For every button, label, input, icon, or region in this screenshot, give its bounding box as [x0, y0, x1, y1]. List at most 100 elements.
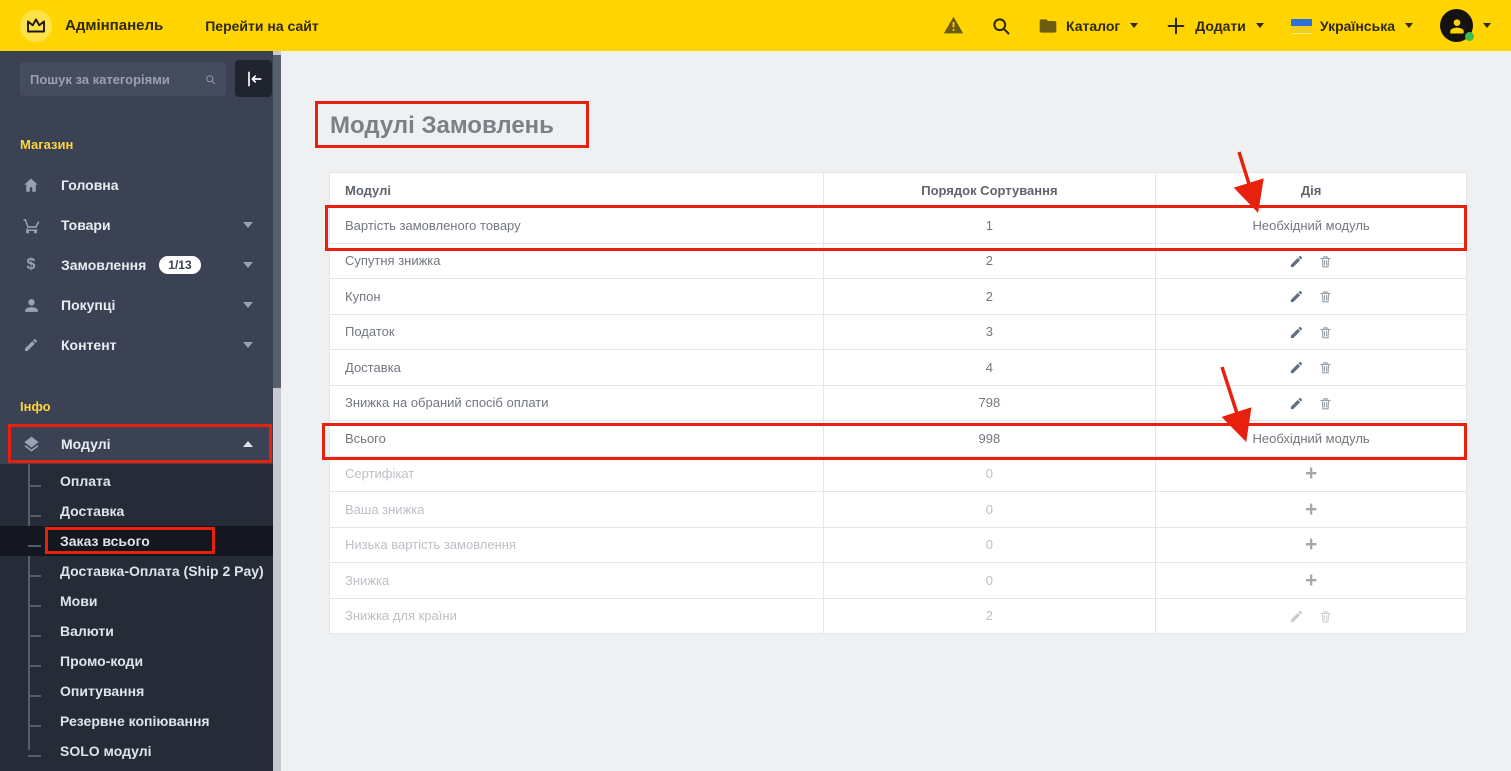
edit-icon[interactable]	[1289, 609, 1304, 624]
submenu-item-backup[interactable]: Резервне копіювання	[0, 706, 273, 736]
sort-order-cell: 798	[822, 384, 1157, 421]
edit-icon[interactable]	[1289, 289, 1304, 304]
action-cell: +	[1155, 562, 1467, 599]
action-cell: Необхідний модуль	[1155, 420, 1467, 457]
action-cell: +	[1155, 455, 1467, 492]
sidebar-item-label: Контент	[61, 337, 117, 353]
add-icon[interactable]: +	[1305, 533, 1317, 556]
plus-icon	[1167, 17, 1185, 34]
module-name-cell: Сертифікат	[329, 455, 824, 492]
edit-icon[interactable]	[1289, 360, 1304, 375]
dollar-icon: $	[26, 256, 36, 273]
home-icon	[20, 176, 42, 194]
section-header-info: Інфо	[20, 399, 51, 414]
folder-icon	[1039, 18, 1057, 33]
submenu-item-payment[interactable]: Оплата	[0, 466, 273, 496]
sidebar-item-content[interactable]: Контент	[0, 325, 273, 365]
info-menu: Модулі	[0, 424, 273, 464]
add-icon[interactable]: +	[1305, 569, 1317, 592]
sort-order-cell: 2	[822, 597, 1157, 634]
catalog-menu[interactable]: Каталог	[1038, 16, 1139, 36]
sidebar-item-modules[interactable]: Модулі	[0, 424, 273, 464]
sort-order-cell: 2	[822, 242, 1157, 279]
language-menu[interactable]: Українська	[1290, 17, 1413, 34]
table-row: Вартість замовленого товару 1 Необхідний м…	[329, 207, 1467, 244]
table-row: Доставка 4	[329, 349, 1467, 386]
submenu-item-order-total[interactable]: Заказ всього	[0, 526, 273, 556]
module-name-cell: Податок	[329, 313, 824, 350]
delete-icon[interactable]	[1318, 289, 1333, 304]
chevron-down-icon	[1255, 23, 1264, 28]
collapse-left-icon	[247, 71, 261, 86]
table-row: Супутня знижка 2	[329, 242, 1467, 279]
submenu-item-currencies[interactable]: Валюти	[0, 616, 273, 646]
module-name-cell: Низька вартість замовлення	[329, 526, 824, 563]
submenu-item-ship2pay[interactable]: Доставка-Оплата (Ship 2 Pay)	[0, 556, 273, 586]
delete-icon[interactable]	[1318, 396, 1333, 411]
brand-title: Адмінпанель	[65, 17, 164, 34]
category-search-input[interactable]	[30, 71, 205, 87]
delete-icon[interactable]	[1318, 254, 1333, 269]
action-cell	[1155, 313, 1467, 350]
sidebar-item-home[interactable]: Головна	[0, 165, 273, 205]
submenu-item-label: Доставка	[60, 503, 125, 519]
sort-order-cell: 0	[822, 562, 1157, 599]
module-name-cell: Купон	[329, 278, 824, 315]
edit-icon[interactable]	[1289, 254, 1304, 269]
action-cell	[1155, 278, 1467, 315]
sidebar-item-label: Покупці	[61, 297, 116, 313]
page-title: Модулі Замовлень	[330, 112, 554, 139]
sidebar-item-products[interactable]: Товари	[0, 205, 273, 245]
search-icon[interactable]	[991, 16, 1011, 36]
action-cell: +	[1155, 526, 1467, 563]
table-row: Ваша знижка 0 +	[329, 491, 1467, 528]
submenu-item-label: Доставка-Оплата (Ship 2 Pay)	[60, 563, 264, 579]
go-to-site-link[interactable]: Перейти на сайт	[205, 18, 318, 34]
edit-icon[interactable]	[1289, 396, 1304, 411]
submenu-item-promo-codes[interactable]: Промо-коди	[0, 646, 273, 676]
submenu-item-label: Заказ всього	[60, 533, 150, 549]
sidebar-item-customers[interactable]: Покупці	[0, 285, 273, 325]
submenu-item-languages[interactable]: Мови	[0, 586, 273, 616]
sort-order-cell: 998	[822, 420, 1157, 457]
delete-icon[interactable]	[1318, 609, 1333, 624]
submenu-item-label: Промо-коди	[60, 653, 144, 669]
module-name-cell: Доставка	[329, 349, 824, 386]
sidebar-item-label: Головна	[61, 177, 119, 193]
sort-order-cell: 0	[822, 455, 1157, 492]
add-icon[interactable]: +	[1305, 498, 1317, 521]
chevron-down-icon	[243, 222, 253, 228]
action-cell	[1155, 384, 1467, 421]
section-header-store: Магазин	[20, 137, 74, 152]
sort-order-cell: 0	[822, 526, 1157, 563]
table-row: Знижка 0 +	[329, 562, 1467, 599]
pencil-icon	[20, 337, 42, 353]
delete-icon[interactable]	[1318, 325, 1333, 340]
column-header: Модулі	[329, 172, 824, 208]
cart-icon	[20, 216, 42, 235]
sort-order-cell: 4	[822, 349, 1157, 386]
language-label: Українська	[1319, 17, 1395, 34]
user-menu[interactable]	[1440, 9, 1491, 42]
table-row: Знижка для країни 2	[329, 597, 1467, 634]
sidebar-scrollbar-thumb[interactable]	[273, 55, 281, 388]
submenu-item-solo-modules[interactable]: SOLO модулі	[0, 736, 273, 766]
table-row: Всього 998 Необхідний модуль	[329, 420, 1467, 457]
sidebar-item-orders[interactable]: $ Замовлення 1/13	[0, 245, 273, 285]
chevron-down-icon	[243, 342, 253, 348]
submenu-item-shipping[interactable]: Доставка	[0, 496, 273, 526]
module-name-cell: Супутня знижка	[329, 242, 824, 279]
table-row: Знижка на обраний спосіб оплати 798	[329, 384, 1467, 421]
sort-order-cell: 3	[822, 313, 1157, 350]
add-menu[interactable]: Додати	[1165, 15, 1264, 37]
module-name-cell: Знижка на обраний спосіб оплати	[329, 384, 824, 421]
submenu-item-label: Резервне копіювання	[60, 713, 210, 729]
module-name-cell: Ваша знижка	[329, 491, 824, 528]
sidebar-collapse-button[interactable]	[235, 60, 272, 97]
submenu-item-surveys[interactable]: Опитування	[0, 676, 273, 706]
edit-icon[interactable]	[1289, 325, 1304, 340]
add-icon[interactable]: +	[1305, 462, 1317, 485]
alerts-warning-icon[interactable]	[943, 15, 964, 36]
sidebar-scrollbar	[273, 51, 281, 771]
delete-icon[interactable]	[1318, 360, 1333, 375]
